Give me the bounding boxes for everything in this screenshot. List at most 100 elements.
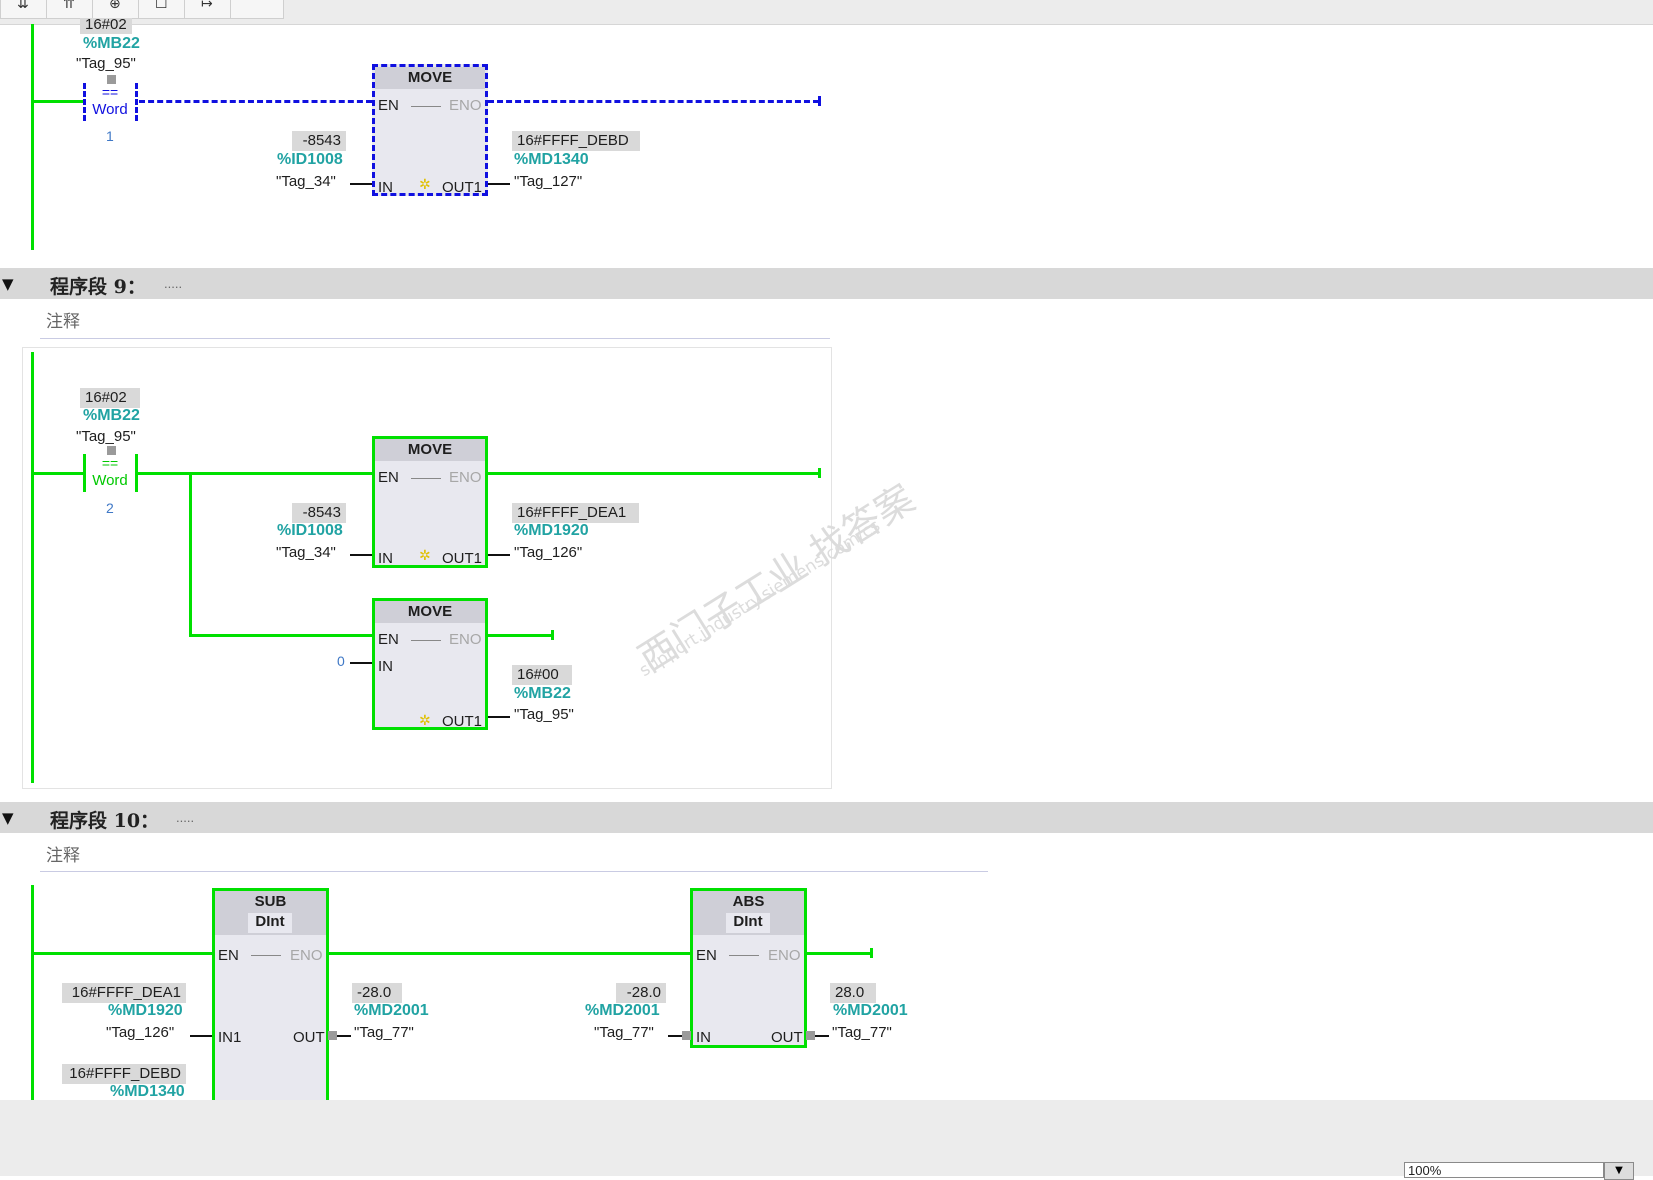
in-pin[interactable]: IN <box>378 179 393 196</box>
in-connector <box>668 1035 682 1037</box>
out-tag[interactable]: "Tag_127" <box>514 173 582 190</box>
operand-pin[interactable] <box>107 75 116 84</box>
network-title-field[interactable]: ..... <box>176 810 194 825</box>
eno-pin[interactable]: ENO <box>449 97 482 114</box>
en-pin[interactable]: EN <box>696 947 717 964</box>
collapse-icon[interactable]: ▼ <box>2 809 14 827</box>
en-pin[interactable]: EN <box>378 97 399 114</box>
in-address[interactable]: %MD2001 <box>585 1002 660 1020</box>
arrow-button[interactable]: ↦ <box>184 0 232 19</box>
compare-type[interactable]: Word <box>88 472 132 489</box>
out-address[interactable]: %MD1920 <box>514 522 589 540</box>
in2-value: 16#FFFF_DEBD <box>62 1064 186 1084</box>
branch-icon: ⊕ <box>109 0 121 12</box>
out-tag[interactable]: "Tag_95" <box>514 706 574 723</box>
move-block-2[interactable]: MOVE EN ENO IN ✲ OUT1 <box>372 598 488 730</box>
compare-operand2[interactable]: 2 <box>106 500 114 516</box>
en-pin[interactable]: EN <box>378 631 399 648</box>
out-connector-marker <box>328 1031 337 1040</box>
delete-network-icon: ⇈ <box>63 0 75 12</box>
in2-address[interactable]: %MD1340 <box>110 1083 185 1101</box>
block-type-selector[interactable]: DInt <box>726 913 770 933</box>
out1-pin[interactable]: OUT1 <box>442 713 482 730</box>
collapse-icon[interactable]: ▼ <box>2 275 14 293</box>
more-button[interactable] <box>230 0 284 19</box>
network-header-9[interactable]: ▼ 程序段 9： ..... <box>0 268 1653 299</box>
in-constant[interactable]: 0 <box>337 653 345 669</box>
power-rail <box>31 885 34 1100</box>
out-address[interactable]: %MD2001 <box>833 1002 908 1020</box>
in1-address[interactable]: %MD1920 <box>108 1002 183 1020</box>
rung-wire <box>328 952 691 955</box>
comment-divider <box>40 871 988 872</box>
out-value: -28.0 <box>352 983 402 1003</box>
compare-operand2[interactable]: 1 <box>106 128 114 144</box>
eno-pin[interactable]: ENO <box>768 947 801 964</box>
rung-wire <box>806 952 872 955</box>
en-pin[interactable]: EN <box>218 947 239 964</box>
sub-block[interactable]: SUB DInt EN ENO IN1 OUT <box>212 888 329 1108</box>
in1-value: 16#FFFF_DEA1 <box>62 983 186 1003</box>
contact-tag[interactable]: "Tag_95" <box>76 428 136 445</box>
in-pin[interactable]: IN <box>696 1029 711 1046</box>
out-address[interactable]: %MD2001 <box>354 1002 429 1020</box>
out1-pin[interactable]: OUT1 <box>442 179 482 196</box>
box-icon: ☐ <box>155 0 168 12</box>
out-value: 28.0 <box>830 983 876 1003</box>
insert-network-button[interactable]: ⇊ <box>0 0 48 19</box>
eno-pin[interactable]: ENO <box>449 631 482 648</box>
contact-address[interactable]: %MB22 <box>83 35 140 53</box>
out-add-icon[interactable]: ✲ <box>419 547 431 564</box>
network-comment[interactable]: 注释 <box>46 841 80 866</box>
out-connector <box>815 1035 829 1037</box>
abs-block[interactable]: ABS DInt EN ENO IN OUT <box>690 888 807 1048</box>
rung-wire <box>138 472 372 475</box>
out-address[interactable]: %MD1340 <box>514 151 589 169</box>
box-button[interactable]: ☐ <box>138 0 186 19</box>
network-comment[interactable]: 注释 <box>46 307 80 332</box>
out-add-icon[interactable]: ✲ <box>419 176 431 193</box>
contact-address[interactable]: %MB22 <box>83 407 140 425</box>
branch-rung-wire <box>487 634 553 637</box>
out-address[interactable]: %MB22 <box>514 685 571 703</box>
operand-pin[interactable] <box>107 446 116 455</box>
in-address[interactable]: %ID1008 <box>277 151 343 169</box>
out1-pin[interactable]: OUT1 <box>442 550 482 567</box>
in-tag[interactable]: "Tag_77" <box>594 1024 654 1041</box>
block-type-selector[interactable]: DInt <box>248 913 292 933</box>
in-pin[interactable]: IN <box>378 658 393 675</box>
branch-rung-wire <box>189 634 372 637</box>
move-block[interactable]: MOVE EN ENO IN ✲ OUT1 <box>372 64 488 196</box>
network-title-field[interactable]: ..... <box>164 276 182 291</box>
eno-pin[interactable]: ENO <box>290 947 323 964</box>
out-tag[interactable]: "Tag_77" <box>832 1024 892 1041</box>
eno-pin[interactable]: ENO <box>449 469 482 486</box>
rung-wire-selected <box>488 100 819 103</box>
out-tag[interactable]: "Tag_126" <box>514 544 582 561</box>
out-pin[interactable]: OUT <box>771 1029 803 1046</box>
contact-tag[interactable]: "Tag_95" <box>76 55 136 72</box>
out-pin[interactable]: OUT <box>293 1029 325 1046</box>
in-address[interactable]: %ID1008 <box>277 522 343 540</box>
in-tag[interactable]: "Tag_34" <box>276 544 336 561</box>
block-name: MOVE <box>407 603 453 620</box>
rung-wire <box>31 952 213 955</box>
in1-tag[interactable]: "Tag_126" <box>106 1024 174 1041</box>
en-eno-link <box>411 478 441 479</box>
in-pin[interactable]: IN <box>378 550 393 567</box>
en-pin[interactable]: EN <box>378 469 399 486</box>
in-tag[interactable]: "Tag_34" <box>276 173 336 190</box>
power-rail <box>31 24 34 250</box>
block-name: MOVE <box>407 69 453 86</box>
in1-pin[interactable]: IN1 <box>218 1029 241 1046</box>
in-value: -28.0 <box>616 983 666 1003</box>
chevron-down-icon[interactable]: ▼ <box>1604 1162 1634 1180</box>
out-add-icon[interactable]: ✲ <box>419 712 431 729</box>
out-tag[interactable]: "Tag_77" <box>354 1024 414 1041</box>
rung-wire <box>31 472 83 475</box>
rung-wire <box>487 472 820 475</box>
rung-end <box>818 96 821 106</box>
move-block-1[interactable]: MOVE EN ENO IN ✲ OUT1 <box>372 436 488 568</box>
compare-type[interactable]: Word <box>88 101 132 118</box>
network-header-10[interactable]: ▼ 程序段 10： ..... <box>0 802 1653 833</box>
